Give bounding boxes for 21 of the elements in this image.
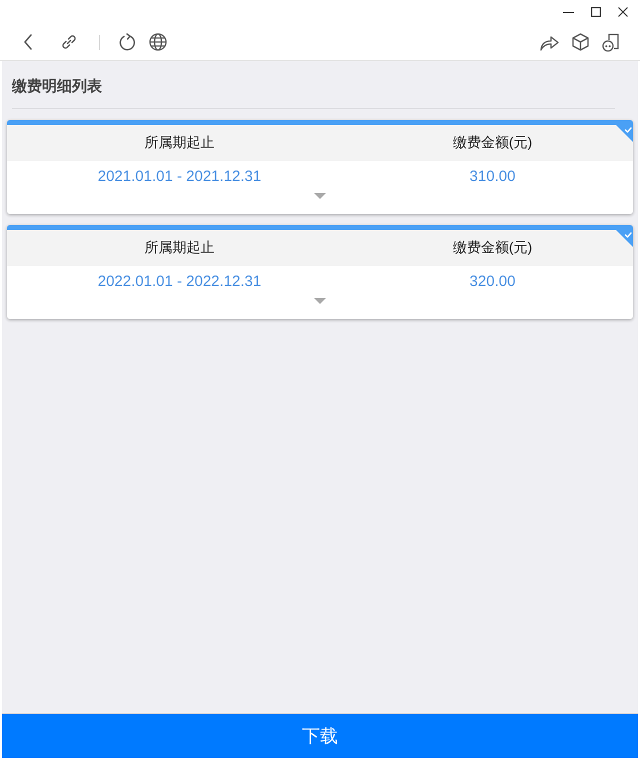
link-icon[interactable]	[60, 33, 78, 51]
period-value: 2022.01.01 - 2022.12.31	[98, 273, 262, 290]
download-button[interactable]: 下载	[2, 714, 638, 758]
refresh-icon[interactable]	[119, 33, 136, 51]
cube-icon[interactable]	[572, 33, 589, 51]
close-icon[interactable]	[618, 7, 628, 17]
column-label: 所属期起止	[144, 239, 214, 255]
frame-circle-icon[interactable]	[602, 32, 619, 52]
page-title: 缴费明细列表	[12, 77, 103, 97]
share-icon[interactable]	[540, 34, 559, 50]
amount-value: 320.00	[470, 273, 516, 290]
maximize-icon[interactable]	[591, 7, 601, 17]
column-label: 所属期起止	[144, 134, 214, 150]
amount-value: 310.00	[470, 168, 516, 185]
globe-icon[interactable]	[149, 33, 167, 51]
record-card[interactable]: 所属期起止 缴费金额(元) 2021.01.01 - 2021.12.31 310.00	[7, 120, 633, 214]
back-icon[interactable]	[23, 34, 33, 50]
column-label: 缴费金额(元)	[452, 134, 532, 150]
period-value: 2021.01.01 - 2021.12.31	[98, 168, 262, 185]
column-label: 缴费金额(元)	[452, 239, 532, 255]
record-card[interactable]: 所属期起止 缴费金额(元) 2022.01.01 - 2022.12.31 320.00	[7, 225, 633, 319]
